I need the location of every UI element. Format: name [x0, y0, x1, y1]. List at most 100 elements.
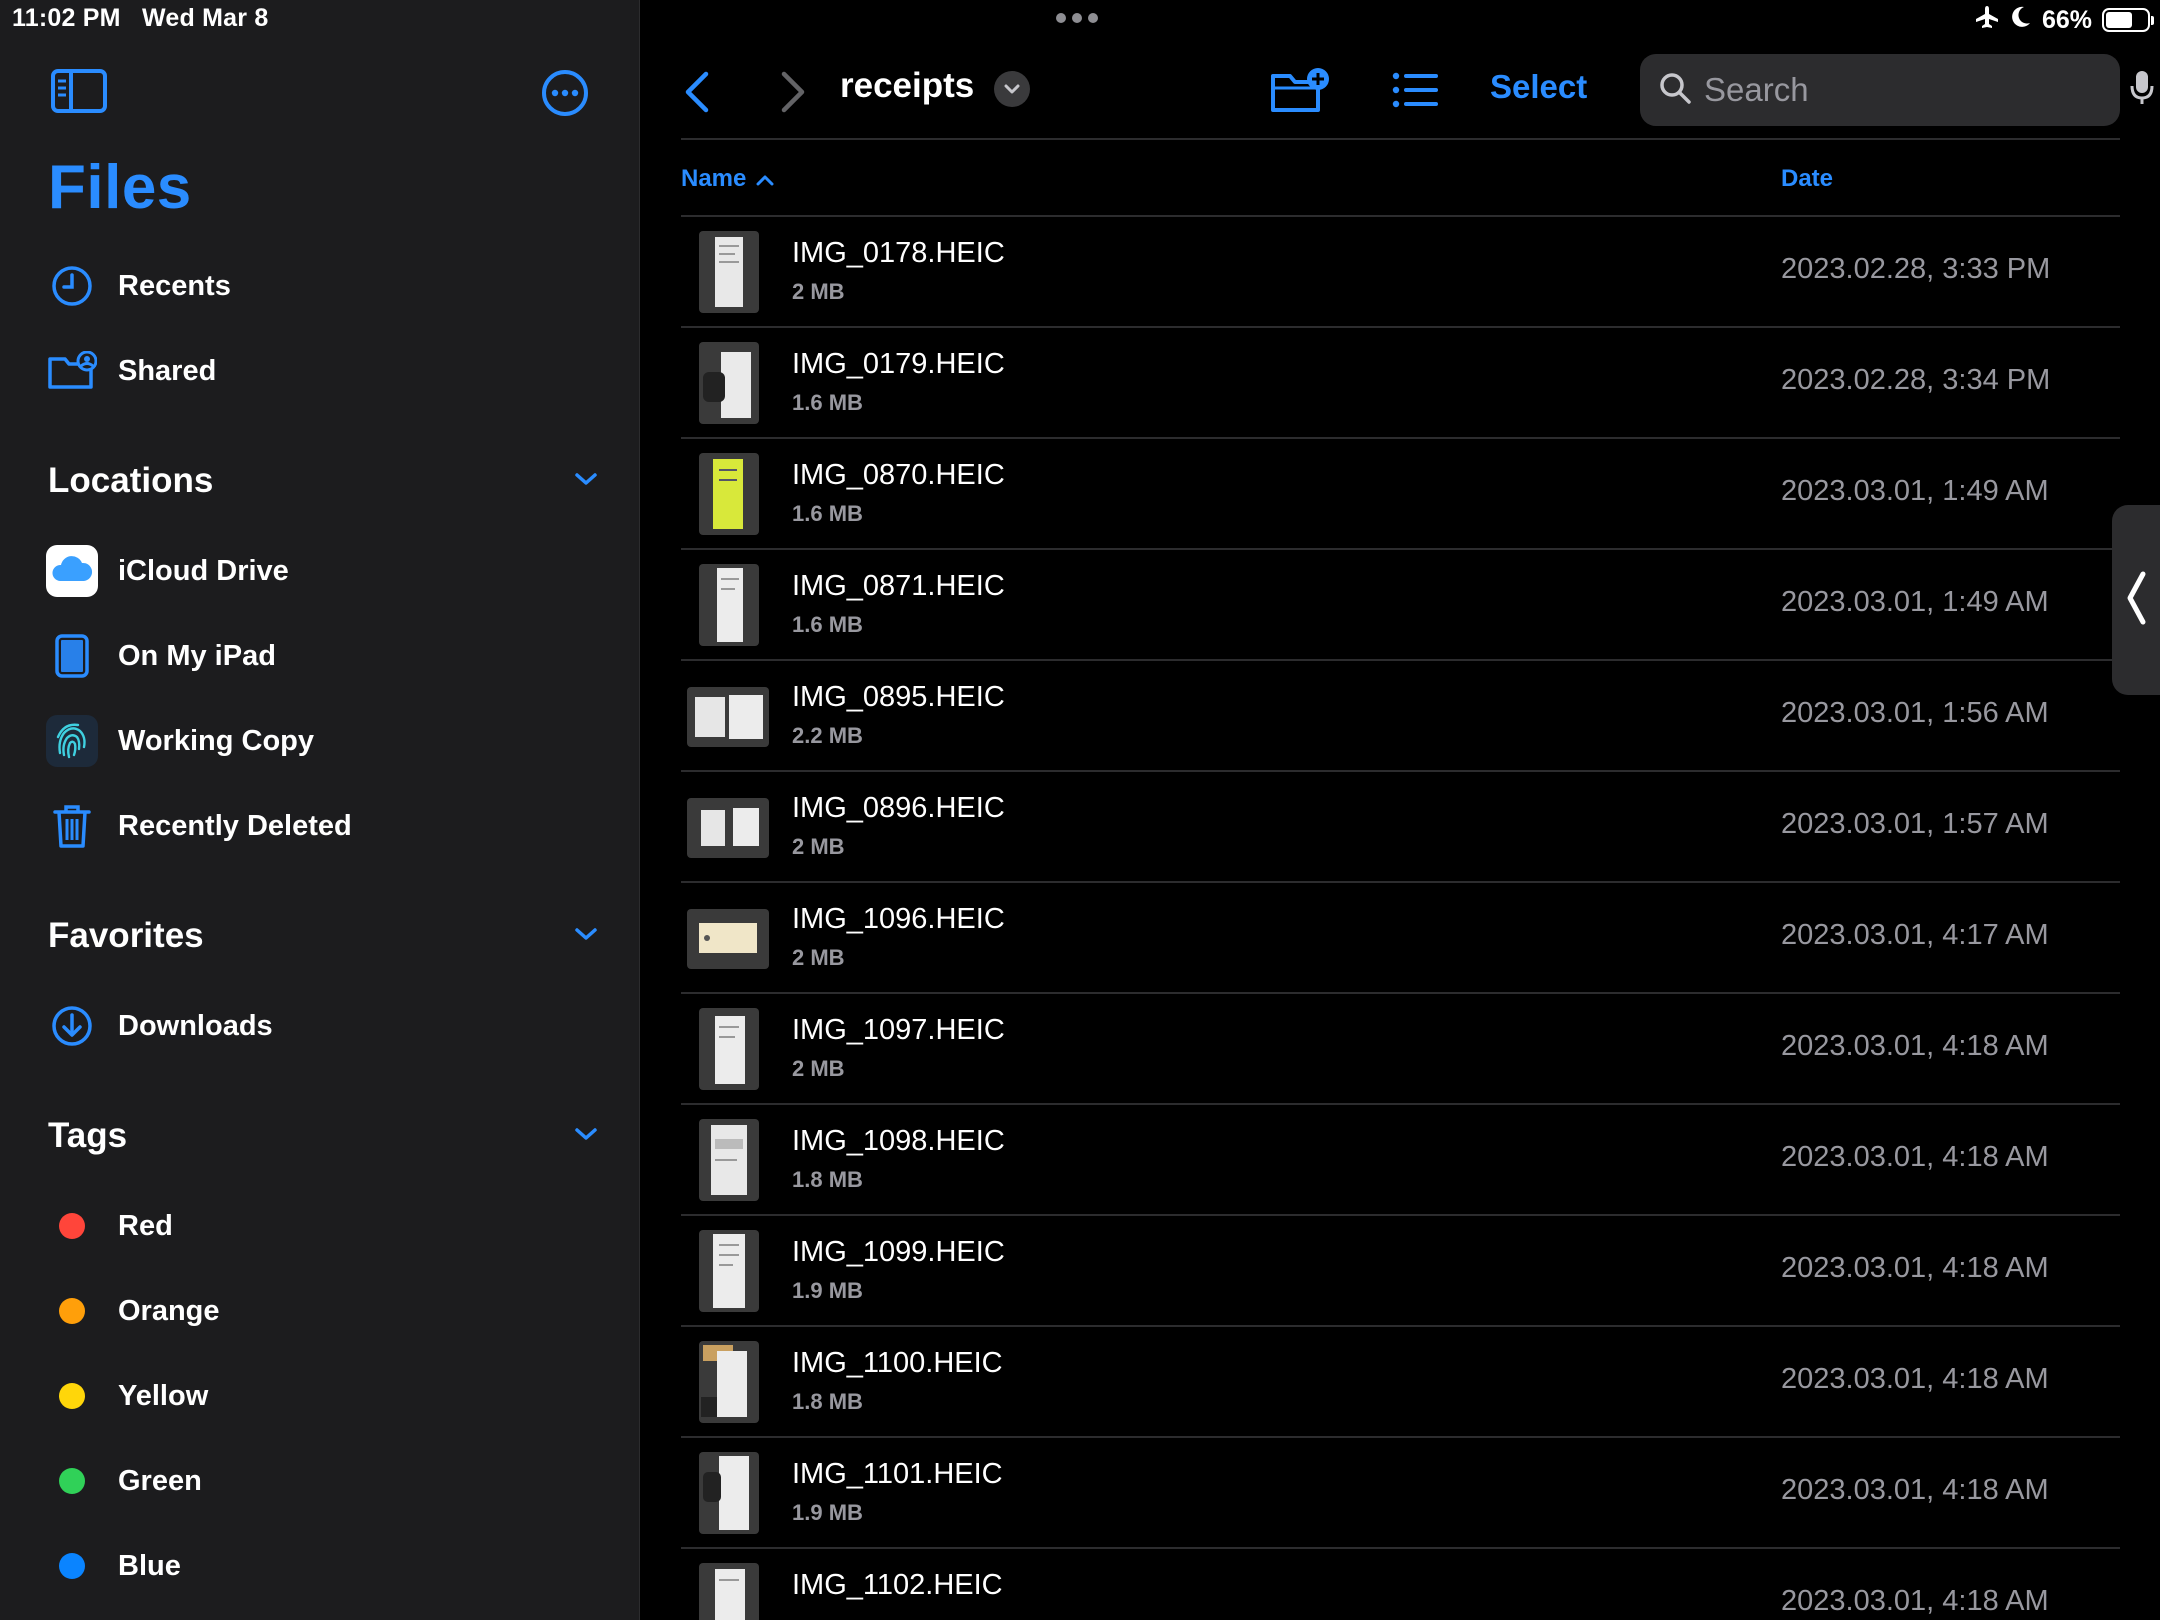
chevron-down-icon[interactable]	[574, 471, 598, 492]
file-row[interactable]: IMG_1098.HEIC 1.8 MB 2023.03.01, 4:18 AM	[681, 1105, 2120, 1216]
file-name: IMG_1098.HEIC	[792, 1125, 1005, 1157]
airplane-icon	[1974, 4, 2000, 37]
folder-title[interactable]: receipts	[840, 66, 974, 106]
file-name: IMG_1101.HEIC	[792, 1458, 1003, 1490]
section-title: Locations	[48, 461, 214, 500]
sidebar-title: Files	[48, 153, 192, 222]
file-row[interactable]: IMG_1100.HEIC 1.8 MB 2023.03.01, 4:18 AM	[681, 1327, 2120, 1438]
file-row[interactable]: IMG_1097.HEIC 2 MB 2023.03.01, 4:18 AM	[681, 994, 2120, 1105]
file-size: 2 MB	[792, 1056, 845, 1081]
file-name: IMG_0871.HEIC	[792, 570, 1005, 602]
column-header-date[interactable]: Date	[1781, 165, 1833, 193]
file-row[interactable]: IMG_0895.HEIC 2.2 MB 2023.03.01, 1:56 AM	[681, 661, 2120, 772]
sidebar-item-icloud-drive[interactable]: iCloud Drive	[46, 539, 606, 603]
chevron-up-icon	[756, 165, 774, 193]
chevron-down-icon[interactable]	[994, 71, 1030, 107]
file-date: 2023.03.01, 4:18 AM	[1781, 1141, 2049, 1173]
file-row[interactable]: IMG_1096.HEIC 2 MB 2023.03.01, 4:17 AM	[681, 883, 2120, 994]
chevron-down-icon[interactable]	[574, 1126, 598, 1147]
back-button[interactable]	[680, 70, 714, 114]
microphone-icon[interactable]	[2129, 69, 2155, 112]
list-view-button[interactable]	[1392, 72, 1440, 108]
section-title: Tags	[48, 1116, 128, 1155]
file-date: 2023.03.01, 1:57 AM	[1781, 808, 2049, 840]
file-thumbnail	[699, 1341, 759, 1423]
forward-button[interactable]	[776, 70, 810, 114]
section-title: Favorites	[48, 916, 204, 955]
file-date: 2023.03.01, 4:18 AM	[1781, 1252, 2049, 1284]
select-button[interactable]: Select	[1490, 68, 1587, 106]
sidebar-item-working-copy[interactable]: Working Copy	[46, 709, 606, 773]
toolbar-divider	[681, 138, 2120, 140]
file-name: IMG_1097.HEIC	[792, 1014, 1005, 1046]
file-date: 2023.03.01, 1:56 AM	[1781, 697, 2049, 729]
tag-color-dot	[59, 1213, 85, 1239]
file-thumbnail	[699, 564, 759, 646]
sidebar-item-tag-blue[interactable]: Blue	[46, 1534, 606, 1598]
file-thumbnail	[687, 909, 769, 969]
sidebar-item-recents[interactable]: Recents	[46, 254, 606, 318]
slide-over-handle[interactable]	[2112, 505, 2160, 695]
sidebar-item-on-my-ipad[interactable]: On My iPad	[46, 624, 606, 688]
file-row[interactable]: IMG_1102.HEIC 2023.03.01, 4:18 AM	[681, 1549, 2120, 1620]
file-row[interactable]: IMG_0870.HEIC 1.6 MB 2023.03.01, 1:49 AM	[681, 439, 2120, 550]
search-bar[interactable]	[1640, 54, 2154, 126]
sidebar-toggle-icon[interactable]	[50, 68, 108, 114]
status-time: 11:02 PM Wed Mar 8	[12, 4, 268, 33]
file-size: 1.9 MB	[792, 1500, 863, 1525]
file-row[interactable]: IMG_1101.HEIC 1.9 MB 2023.03.01, 4:18 AM	[681, 1438, 2120, 1549]
file-date: 2023.03.01, 4:18 AM	[1781, 1030, 2049, 1062]
multitasking-dots-icon[interactable]	[1056, 13, 1098, 23]
moon-icon	[2010, 5, 2032, 36]
file-date: 2023.02.28, 3:34 PM	[1781, 364, 2051, 396]
file-row[interactable]: IMG_0179.HEIC 1.6 MB 2023.02.28, 3:34 PM	[681, 328, 2120, 439]
ipad-icon	[46, 630, 98, 682]
file-date: 2023.03.01, 1:49 AM	[1781, 586, 2049, 618]
sidebar-item-recently-deleted[interactable]: Recently Deleted	[46, 794, 606, 858]
file-row[interactable]: IMG_0178.HEIC 2 MB 2023.02.28, 3:33 PM	[681, 217, 2120, 328]
sidebar-item-downloads[interactable]: Downloads	[46, 994, 606, 1058]
file-thumbnail	[699, 453, 759, 535]
file-name: IMG_1099.HEIC	[792, 1236, 1005, 1268]
file-name: IMG_1100.HEIC	[792, 1347, 1003, 1379]
file-size: 2.2 MB	[792, 723, 863, 748]
status-clock: 11:02 PM	[12, 4, 121, 32]
tag-color-dot	[59, 1468, 85, 1494]
sidebar-item-tag-orange[interactable]: Orange	[46, 1279, 606, 1343]
sidebar-item-label: Blue	[118, 1549, 181, 1582]
clock-icon	[46, 260, 98, 312]
file-size: 2 MB	[792, 834, 845, 859]
sidebar-item-label: Green	[118, 1464, 202, 1497]
file-name: IMG_0178.HEIC	[792, 237, 1005, 269]
file-row[interactable]: IMG_1099.HEIC 1.9 MB 2023.03.01, 4:18 AM	[681, 1216, 2120, 1327]
section-favorites[interactable]: Favorites	[48, 911, 598, 961]
section-tags[interactable]: Tags	[48, 1111, 598, 1161]
file-thumbnail	[699, 1452, 759, 1534]
file-size: 2 MB	[792, 945, 845, 970]
chevron-down-icon[interactable]	[574, 926, 598, 947]
file-size: 1.8 MB	[792, 1167, 863, 1192]
new-folder-button[interactable]	[1270, 66, 1332, 114]
column-header-name[interactable]: Name	[681, 165, 774, 193]
sidebar-item-tag-yellow[interactable]: Yellow	[46, 1364, 606, 1428]
file-thumbnail	[699, 1230, 759, 1312]
sidebar-item-label: iCloud Drive	[118, 554, 289, 587]
icloud-icon	[46, 545, 98, 597]
sidebar-item-label: Downloads	[118, 1009, 273, 1042]
file-thumbnail	[699, 1008, 759, 1090]
sidebar-item-shared[interactable]: Shared	[46, 339, 606, 403]
column-header-label: Name	[681, 165, 747, 192]
file-row[interactable]: IMG_0871.HEIC 1.6 MB 2023.03.01, 1:49 AM	[681, 550, 2120, 661]
search-input[interactable]	[1704, 71, 2129, 109]
file-date: 2023.03.01, 4:17 AM	[1781, 919, 2049, 951]
file-row[interactable]: IMG_0896.HEIC 2 MB 2023.03.01, 1:57 AM	[681, 772, 2120, 883]
file-date: 2023.03.01, 4:18 AM	[1781, 1585, 2049, 1617]
sidebar-item-tag-green[interactable]: Green	[46, 1449, 606, 1513]
more-options-icon[interactable]	[540, 68, 590, 118]
sidebar: Files Recents Shared Locations iCloud Dr…	[0, 0, 640, 1620]
section-locations[interactable]: Locations	[48, 456, 598, 506]
sidebar-item-label: Yellow	[118, 1379, 209, 1412]
file-date: 2023.02.28, 3:33 PM	[1781, 253, 2051, 285]
file-size: 1.9 MB	[792, 1278, 863, 1303]
sidebar-item-tag-red[interactable]: Red	[46, 1194, 606, 1258]
